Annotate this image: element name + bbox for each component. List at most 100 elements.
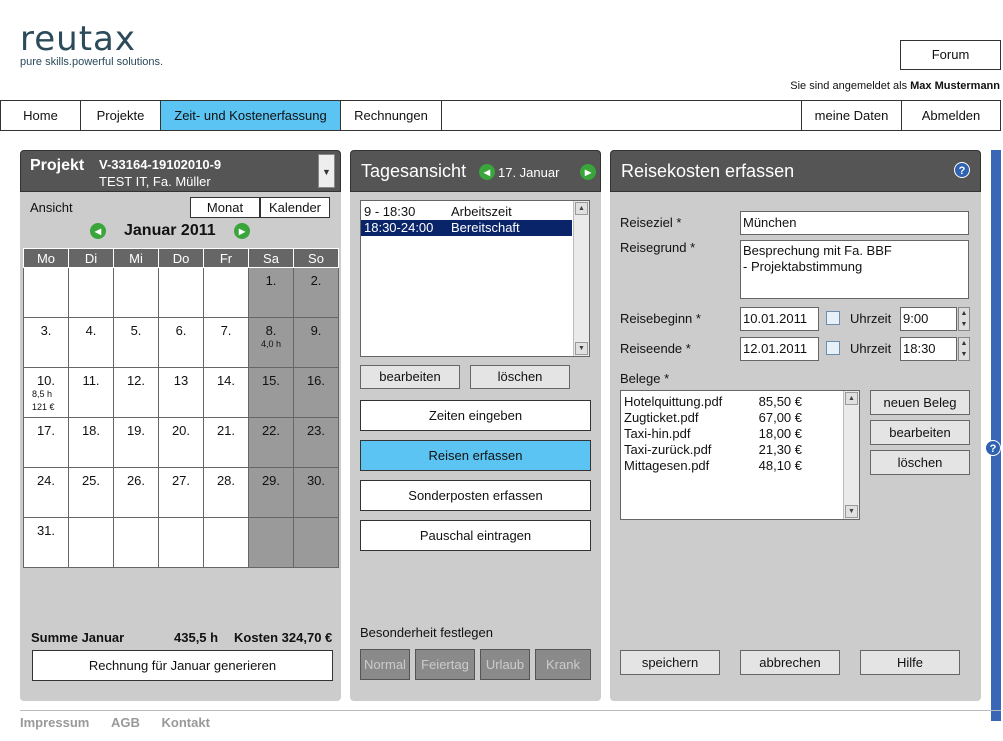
hilfe-button[interactable]: Hilfe [860,650,960,675]
spin-up-icon[interactable]: ▲ [959,308,969,319]
day-number: 18. [81,423,101,438]
footer-impressum-link[interactable]: Impressum [20,715,89,730]
generate-invoice-button[interactable]: Rechnung für Januar generieren [32,650,333,681]
prev-month-icon[interactable]: ◂ [90,223,106,239]
prev-day-icon[interactable]: ◂ [479,164,495,180]
reisebeginn-date-input[interactable]: 10.01.2011 [740,307,819,331]
calendar-day-cell[interactable]: 9. [293,317,339,368]
zeiten-eingeben-button[interactable]: Zeiten eingeben [360,400,591,431]
speichern-button[interactable]: speichern [620,650,720,675]
monat-button[interactable]: Monat [190,197,260,218]
calendar-day-cell[interactable]: 25. [68,467,114,518]
nav-zeit-kosten[interactable]: Zeit- und Kostenerfassung [161,101,341,130]
beginn-time-spinner[interactable]: ▲ ▼ [958,307,970,331]
day-entry-row[interactable]: 18:30-24:00 Bereitschaft [361,220,572,236]
day-entry-row[interactable]: 9 - 18:30 Arbeitszeit [361,204,572,220]
belege-list[interactable]: Hotelquittung.pdf 85,50 € Zugticket.pdf 67,… [620,390,860,520]
day-entries-scrollbar[interactable]: ▲ ▼ [573,201,589,356]
calendar-day-cell[interactable]: 17. [23,417,69,468]
spin-up-icon[interactable]: ▲ [959,338,969,349]
calendar-day-cell[interactable]: 23. [293,417,339,468]
special-feiertag-button[interactable]: Feiertag [415,649,475,680]
nav-meine-daten[interactable]: meine Daten [802,101,902,130]
calendar-day-cell[interactable]: 11. [68,367,114,418]
sonderposten-button[interactable]: Sonderposten erfassen [360,480,591,511]
calendar-day-cell[interactable]: 3. [23,317,69,368]
calendar-day-cell[interactable]: 21. [203,417,249,468]
calendar-picker-icon[interactable] [826,311,840,325]
pauschal-button[interactable]: Pauschal eintragen [360,520,591,551]
reiseende-date-input[interactable]: 12.01.2011 [740,337,819,361]
calendar-day-cell[interactable]: 26. [113,467,159,518]
day-edit-button[interactable]: bearbeiten [360,365,460,389]
scroll-down-icon[interactable]: ▼ [845,505,858,518]
calendar-day-cell[interactable]: 14. [203,367,249,418]
footer-kontakt-link[interactable]: Kontakt [162,715,210,730]
calendar-day-cell[interactable]: 1. [248,267,294,318]
nav-home[interactable]: Home [1,101,81,130]
special-urlaub-button[interactable]: Urlaub [480,649,530,680]
next-month-icon[interactable]: ▸ [234,223,250,239]
abbrechen-button[interactable]: abbrechen [740,650,840,675]
nav-projekte[interactable]: Projekte [81,101,161,130]
calendar-day-cell[interactable]: 16. [293,367,339,418]
calendar-day-cell[interactable]: 30. [293,467,339,518]
reisegrund-textarea[interactable]: Besprechung mit Fa. BBF - Projektabstimm… [740,240,969,299]
calendar-day-cell[interactable]: 27. [158,467,204,518]
sidebar-help-icon[interactable]: ? [985,440,1001,456]
spin-down-icon[interactable]: ▼ [959,349,969,360]
reiseende-time-input[interactable]: 18:30 [900,337,957,361]
calendar-day-cell[interactable]: 15. [248,367,294,418]
help-sidebar-strip[interactable] [991,150,1001,721]
beleg-row[interactable]: Zugticket.pdf 67,00 € [621,410,842,426]
calendar-picker-icon[interactable] [826,341,840,355]
calendar-day-cell[interactable]: 18. [68,417,114,468]
beleg-row[interactable]: Taxi-hin.pdf 18,00 € [621,426,842,442]
scroll-up-icon[interactable]: ▲ [575,202,588,215]
reutax-logo[interactable]: reutax pure skills.powerful solutions. [20,22,192,72]
calendar-day-cell[interactable]: 8. 4,0 h [248,317,294,368]
calendar-day-cell[interactable]: 13 [158,367,204,418]
calendar-day-cell[interactable]: 24. [23,467,69,518]
calendar-day-cell[interactable]: 12. [113,367,159,418]
day-entries-list[interactable]: 9 - 18:30 Arbeitszeit 18:30-24:00 Bereitsch… [360,200,590,357]
calendar-day-cell[interactable]: 5. [113,317,159,368]
nav-abmelden[interactable]: Abmelden [902,101,1000,130]
scroll-up-icon[interactable]: ▲ [845,392,858,405]
scroll-down-icon[interactable]: ▼ [575,342,588,355]
belege-scrollbar[interactable]: ▲ ▼ [843,391,859,519]
calendar-day-cell[interactable]: 7. [203,317,249,368]
footer-agb-link[interactable]: AGB [111,715,140,730]
calendar-day-cell[interactable]: 2. [293,267,339,318]
calendar-day-cell[interactable]: 10. 8,5 h 121 € [23,367,69,418]
reiseziel-input[interactable]: München [740,211,969,235]
reisen-erfassen-button[interactable]: Reisen erfassen [360,440,591,471]
beleg-row[interactable]: Taxi-zurück.pdf 21,30 € [621,442,842,458]
calendar-day-cell[interactable]: 28. [203,467,249,518]
beleg-amount: 21,30 € [758,442,802,457]
project-dropdown-arrow[interactable]: ▼ [318,154,335,188]
next-day-icon[interactable]: ▸ [580,164,596,180]
day-delete-button[interactable]: löschen [470,365,570,389]
forum-button[interactable]: Forum [900,40,1001,70]
calendar-day-cell[interactable]: 19. [113,417,159,468]
help-icon[interactable]: ? [954,162,970,178]
beleg-row[interactable]: Hotelquittung.pdf 85,50 € [621,394,842,410]
special-normal-button[interactable]: Normal [360,649,410,680]
calendar-day-cell[interactable]: 6. [158,317,204,368]
neuer-beleg-button[interactable]: neuen Beleg [870,390,970,415]
calendar-day-cell[interactable]: 4. [68,317,114,368]
beleg-row[interactable]: Mittagesen.pdf 48,10 € [621,458,842,474]
calendar-day-cell[interactable]: 22. [248,417,294,468]
beleg-delete-button[interactable]: löschen [870,450,970,475]
ende-time-spinner[interactable]: ▲ ▼ [958,337,970,361]
calendar-day-cell[interactable]: 29. [248,467,294,518]
special-krank-button[interactable]: Krank [535,649,591,680]
calendar-day-cell[interactable]: 20. [158,417,204,468]
beleg-edit-button[interactable]: bearbeiten [870,420,970,445]
nav-rechnungen[interactable]: Rechnungen [341,101,442,130]
calendar-day-cell[interactable]: 31. [23,517,69,568]
spin-down-icon[interactable]: ▼ [959,319,969,330]
kalender-button[interactable]: Kalender [260,197,330,218]
reisebeginn-time-input[interactable]: 9:00 [900,307,957,331]
